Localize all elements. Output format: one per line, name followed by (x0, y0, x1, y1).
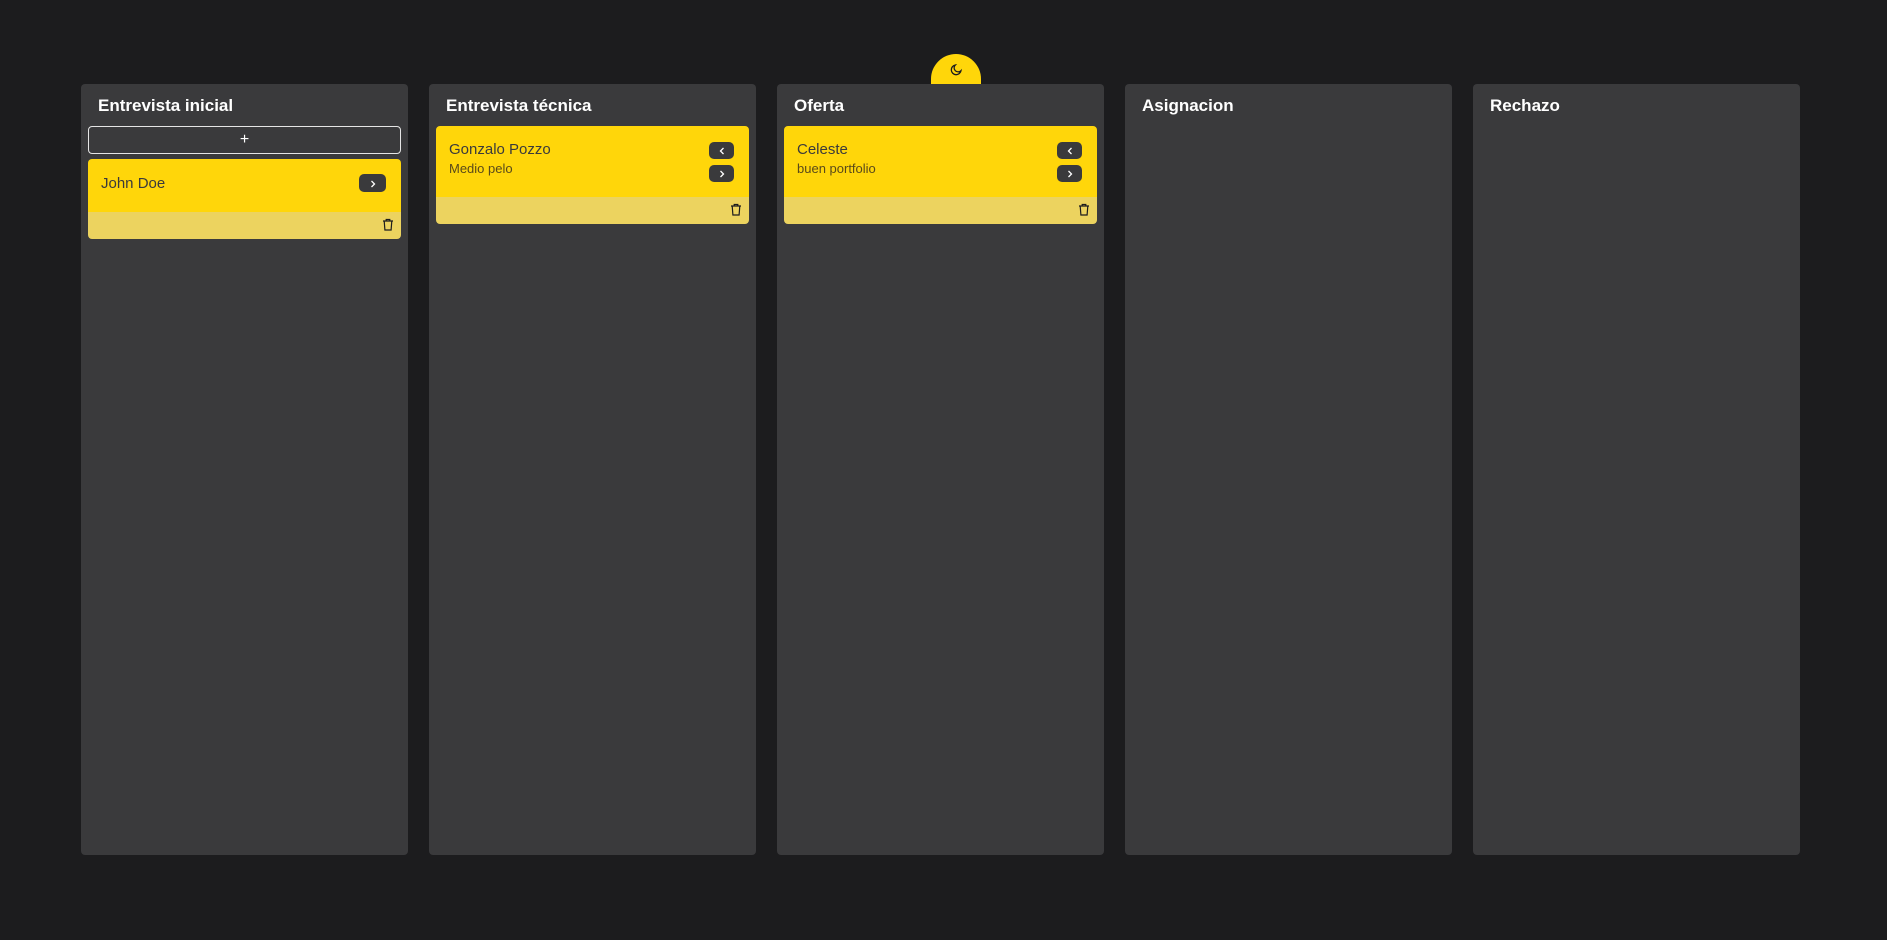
column-asignacion: Asignacion (1125, 84, 1452, 855)
move-left-button[interactable] (1057, 142, 1082, 159)
card-footer (784, 197, 1097, 224)
chevron-right-icon (369, 176, 377, 191)
chevron-right-icon (718, 166, 726, 181)
add-candidate-button[interactable]: + (88, 126, 401, 154)
theme-toggle-button[interactable] (931, 54, 981, 84)
card-actions (359, 174, 386, 192)
candidate-name: Celeste (797, 141, 848, 158)
delete-button[interactable] (381, 218, 395, 233)
column-rechazo: Rechazo (1473, 84, 1800, 855)
card-actions (709, 142, 734, 182)
column-entrevista-inicial: Entrevista inicial + John Doe (81, 84, 408, 855)
moon-icon (950, 63, 963, 76)
trash-icon (1078, 203, 1090, 219)
candidate-card: Gonzalo Pozzo Medio pelo (436, 126, 749, 224)
kanban-board: Entrevista inicial + John Doe Entrevista… (81, 84, 1800, 855)
card-body: John Doe (88, 159, 401, 212)
move-left-button[interactable] (709, 142, 734, 159)
column-title: Rechazo (1490, 96, 1560, 115)
chevron-left-icon (718, 143, 726, 158)
card-footer (436, 197, 749, 224)
column-oferta: Oferta Celeste buen portfolio (777, 84, 1104, 855)
candidate-note: buen portfolio (797, 161, 876, 176)
column-title: Entrevista técnica (446, 96, 592, 115)
chevron-right-icon (1066, 166, 1074, 181)
candidate-note: Medio pelo (449, 161, 513, 176)
column-title: Asignacion (1142, 96, 1234, 115)
column-title: Entrevista inicial (98, 96, 234, 115)
candidate-name: Gonzalo Pozzo (449, 141, 551, 158)
card-actions (1057, 142, 1082, 182)
move-right-button[interactable] (1057, 165, 1082, 182)
move-right-button[interactable] (359, 174, 386, 192)
card-footer (88, 212, 401, 239)
column-title: Oferta (794, 96, 845, 115)
delete-button[interactable] (1077, 203, 1091, 218)
chevron-left-icon (1066, 143, 1074, 158)
column-entrevista-tecnica: Entrevista técnica Gonzalo Pozzo Medio p… (429, 84, 756, 855)
card-body: Gonzalo Pozzo Medio pelo (436, 126, 749, 197)
move-right-button[interactable] (709, 165, 734, 182)
candidate-card: John Doe (88, 159, 401, 239)
trash-icon (730, 203, 742, 219)
card-body: Celeste buen portfolio (784, 126, 1097, 197)
delete-button[interactable] (729, 203, 743, 218)
trash-icon (382, 218, 394, 234)
candidate-card: Celeste buen portfolio (784, 126, 1097, 224)
candidate-name: John Doe (101, 175, 166, 192)
